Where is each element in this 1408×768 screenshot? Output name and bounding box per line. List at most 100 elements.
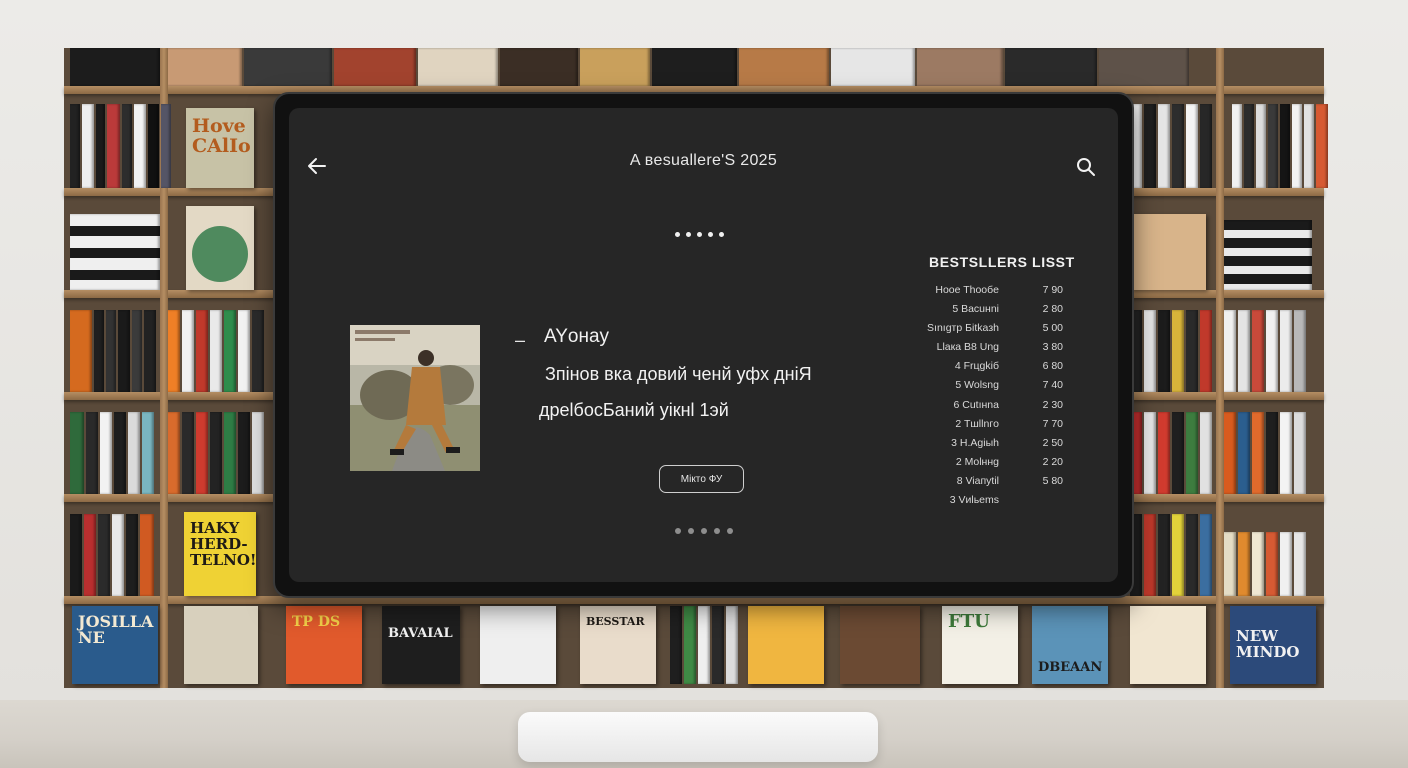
more-info-button-label: Міктo ФУ (680, 473, 723, 485)
book-cover-title: HAKY HERD-TELNO! (190, 519, 256, 569)
featured-book-cover[interactable] (350, 325, 480, 471)
book-cover-bottom (184, 606, 258, 684)
list-item-name: 5 Wolsng (955, 379, 999, 392)
book-cover-title: FTU (948, 611, 990, 632)
right-book-row (1224, 220, 1312, 290)
list-item[interactable]: Hooe Thooбe 7 90 (929, 284, 1079, 303)
feature-title: AYонay (544, 326, 610, 347)
book-cover-josilla: JOSILLA NE (72, 606, 158, 684)
book-cover-title: TP DS (292, 614, 341, 630)
book-cover-title: JOSILLA NE (78, 612, 154, 647)
right-book-row (1130, 310, 1212, 392)
list-item-value: 5 80 (1042, 474, 1063, 487)
carousel-dot[interactable] (697, 232, 702, 237)
list-item-name: Hooe Thooбe (935, 284, 999, 296)
left-book-row (70, 310, 156, 392)
carousel-dot[interactable] (727, 528, 733, 534)
list-item[interactable]: 3 Vиlьems (929, 494, 1079, 513)
book-cover-title: Hove CAlIo (192, 115, 251, 157)
list-item[interactable]: 3 H.Agiыh 2 50 (929, 437, 1079, 456)
book-cover-title: NEW MINDO (1236, 627, 1300, 661)
list-item[interactable]: 2 Molннg 2 20 (929, 456, 1079, 475)
right-book-row (1130, 104, 1212, 188)
book-cover-yellow (748, 606, 824, 684)
list-item-value: 6 80 (1042, 360, 1063, 373)
list-item-value: 7 40 (1042, 379, 1063, 392)
list-item-name: 5 Bасuнni (952, 303, 999, 316)
list-item[interactable]: 8 Viaпуtil 5 80 (929, 475, 1079, 494)
carousel-dots-top (675, 232, 724, 237)
book-cover-title: BESSTAR (586, 615, 645, 628)
book-cover-art (1130, 214, 1206, 290)
list-item-name: 4 Frцgkiб (954, 360, 999, 373)
list-item[interactable]: 6 Cutıнna 2 30 (929, 399, 1079, 418)
list-item-name: 3 Vиlьems (949, 494, 999, 507)
left-book-row (70, 214, 160, 290)
list-item-value: 7 90 (1042, 284, 1063, 296)
tv: A вesuallere'S 2025 – AYонay Зпiнов вка … (273, 92, 1134, 598)
list-item[interactable]: 2 Tшllnгo 7 70 (929, 418, 1079, 437)
book-cover-colorful (1130, 606, 1206, 684)
list-item-name: 8 Viaпуtil (956, 474, 999, 487)
search-icon (1077, 158, 1095, 176)
screen-title: A вesuallere'S 2025 (629, 152, 778, 169)
search-button[interactable] (1075, 156, 1097, 178)
list-item-name: 2 Molннg (955, 455, 999, 468)
right-book-row (1224, 532, 1306, 596)
book-cover-hary: HAKY HERD-TELNO! (184, 512, 256, 596)
list-item-name: Llaкa B8 Ung (936, 341, 999, 354)
carousel-dot[interactable] (719, 232, 724, 237)
list-item-value: 2 30 (1042, 398, 1063, 411)
carousel-dot[interactable] (708, 232, 713, 237)
book-cover-title: DBEAAN (1038, 660, 1103, 675)
bestsellers-heading: BESTSLLERS LISST (929, 254, 1075, 270)
book-cover-new-mindo: NEW MINDO (1230, 606, 1316, 684)
right-book-row (1224, 412, 1306, 494)
inner-left-book-row (168, 310, 264, 392)
list-item-name: 3 H.Agiыh (951, 436, 999, 449)
feature-description-line-1: Зпiнов вка довий чeнй уфх дніЯ (545, 364, 812, 384)
right-book-row (1130, 514, 1212, 596)
top-book-row (70, 48, 1320, 86)
book-cover-portrait (840, 606, 920, 684)
left-book-row (70, 104, 171, 188)
list-item[interactable]: 4 Frцgkiб 6 80 (929, 360, 1079, 379)
bottom-book-row (670, 606, 738, 684)
left-book-row (70, 412, 154, 494)
book-cover-dbeaan: DBEAAN (1032, 606, 1108, 684)
book-cover-bavaial: BAVAIAL (382, 606, 460, 684)
soundbar (518, 712, 878, 762)
list-item[interactable]: 5 Wolsng 7 40 (929, 379, 1079, 398)
list-item-value: 2 50 (1042, 436, 1063, 449)
list-item-value: 7 70 (1042, 417, 1063, 430)
list-item-value: 2 20 (1042, 455, 1063, 468)
list-item[interactable]: Llaкa B8 Ung 3 80 (929, 341, 1079, 360)
featured-cover-illustration (350, 325, 480, 471)
bestsellers-list: Hooe Thooбe 7 90 5 Bасuнni 2 80 Sınıgтp Бі… (927, 284, 1079, 513)
carousel-dot[interactable] (701, 528, 707, 534)
carousel-dot[interactable] (675, 528, 681, 534)
book-cover-faces (186, 206, 254, 290)
list-item-value: 5 00 (1042, 322, 1063, 335)
tv-screen: A вesuallere'S 2025 – AYонay Зпiнов вка … (289, 108, 1118, 582)
list-item-value: 3 80 (1042, 341, 1063, 354)
carousel-dot[interactable] (675, 232, 680, 237)
list-item-name: Sınıgтp Біtkaзh (927, 322, 999, 335)
book-cover-tp: TP DS (286, 606, 362, 684)
carousel-dot[interactable] (688, 528, 694, 534)
left-book-row (70, 514, 154, 596)
list-item[interactable]: Sınıgтp Біtkaзh 5 00 (927, 322, 1079, 341)
book-cover-besstar: BESSTAR (580, 606, 656, 684)
feature-description-line-2: дрelбосБaний уікнl 1эй (539, 400, 729, 420)
shelf-post (1216, 48, 1224, 688)
list-item-name: 6 Cutıнna (953, 398, 1000, 411)
carousel-dot[interactable] (686, 232, 691, 237)
book-cover-face (480, 606, 556, 684)
inner-left-book-row (168, 412, 264, 494)
list-item-name: 2 Tшllnгo (955, 417, 999, 430)
right-book-row (1224, 310, 1306, 392)
list-item[interactable]: 5 Bасuнni 2 80 (929, 303, 1079, 322)
more-info-button[interactable]: Міктo ФУ (659, 465, 744, 493)
carousel-dot[interactable] (714, 528, 720, 534)
book-cover-ftu: FTU (942, 606, 1018, 684)
